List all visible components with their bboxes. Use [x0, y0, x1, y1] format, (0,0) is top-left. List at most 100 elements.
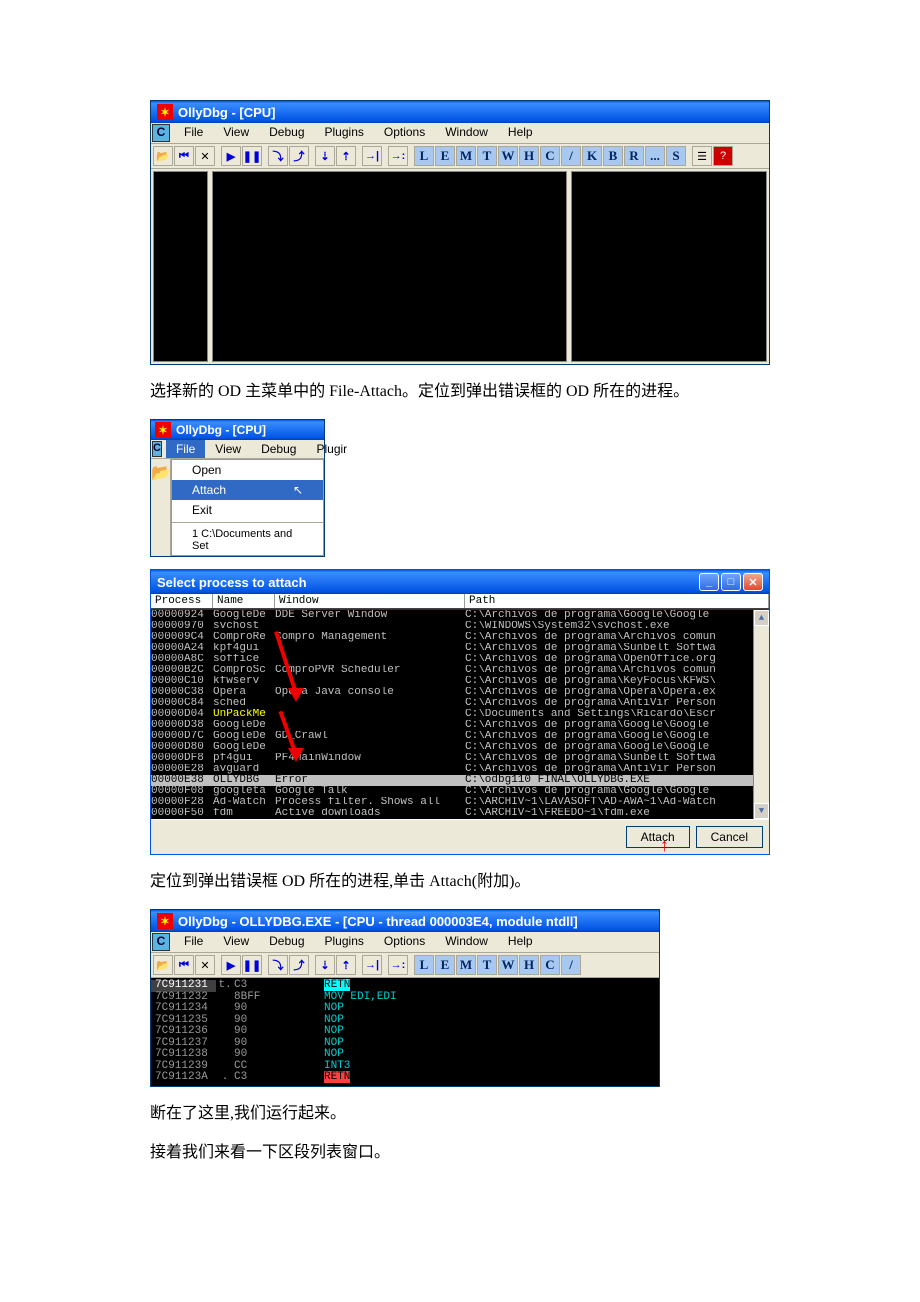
menu-debug[interactable]: Debug [251, 440, 306, 458]
panel-registers[interactable] [571, 171, 767, 362]
trace-into-icon[interactable]: ⇣ [315, 955, 335, 975]
pause-icon[interactable]: ❚❚ [242, 146, 262, 166]
btn-K[interactable]: K [582, 146, 602, 166]
menu-view[interactable]: View [213, 932, 259, 952]
process-table[interactable]: ▲ ▼ 00000924GoogleDeDDE Server Window C:… [151, 610, 769, 819]
disasm-row[interactable]: 7C91123A.C3 RETN [151, 1072, 659, 1084]
close-icon[interactable]: ✕ [195, 146, 215, 166]
col-name[interactable]: Name [213, 594, 275, 608]
execute-till-icon[interactable]: →| [362, 955, 382, 975]
open-icon[interactable]: 📂 [153, 146, 173, 166]
btn-H[interactable]: H [519, 955, 539, 975]
btn-C[interactable]: C [540, 146, 560, 166]
c-icon[interactable]: C [152, 441, 162, 457]
panel-address[interactable] [153, 171, 208, 362]
menu-plugins[interactable]: Plugins [315, 123, 374, 143]
goto-icon[interactable]: →: [388, 955, 408, 975]
menu-debug[interactable]: Debug [259, 932, 314, 952]
menu-view[interactable]: View [213, 123, 259, 143]
menu-options[interactable]: Options [374, 123, 435, 143]
run-icon[interactable]: ▶ [221, 146, 241, 166]
c-icon[interactable]: C [152, 933, 170, 951]
close-icon[interactable]: ✕ [743, 573, 763, 591]
menu-help[interactable]: Help [498, 123, 543, 143]
menu-help[interactable]: Help [498, 932, 543, 952]
scrollbar[interactable]: ▲ ▼ [753, 610, 769, 819]
btn-H[interactable]: H [519, 146, 539, 166]
disasm-row[interactable]: 7C91123590 NOP [151, 1015, 659, 1027]
c-icon[interactable]: C [152, 124, 170, 142]
btn-L[interactable]: L [414, 955, 434, 975]
table-row[interactable]: 00000970svchost C:\WINDOWS\System32\svch… [151, 621, 753, 632]
disassembly-panel[interactable]: 7C911231t.C3 RETN7C9112328BFF MOV EDI,ED… [151, 978, 659, 1086]
menu-attach[interactable]: Attach↖ [172, 480, 323, 500]
menu-window[interactable]: Window [435, 123, 498, 143]
panel-disasm[interactable] [212, 171, 567, 362]
pause-icon[interactable]: ❚❚ [242, 955, 262, 975]
trace-over-icon[interactable]: ⇡ [336, 955, 356, 975]
open-icon[interactable]: 📂 [151, 459, 171, 556]
btn-W[interactable]: W [498, 146, 518, 166]
btn-R[interactable]: R [624, 146, 644, 166]
btn-T[interactable]: T [477, 955, 497, 975]
cancel-button[interactable]: Cancel [696, 826, 763, 848]
btn-more[interactable]: ... [645, 146, 665, 166]
btn-M[interactable]: M [456, 146, 476, 166]
menu-file[interactable]: File [166, 440, 205, 458]
menu-exit[interactable]: Exit [172, 500, 323, 520]
settings-icon[interactable]: ☰ [692, 146, 712, 166]
btn-C[interactable]: C [540, 955, 560, 975]
table-row[interactable]: 00000B2CComproScComproPVR Scheduler C:\A… [151, 665, 753, 676]
attach-button[interactable]: Attach [626, 826, 690, 848]
menu-debug[interactable]: Debug [259, 123, 314, 143]
table-row[interactable]: 00000C38Opera Opera Java console C:\Arch… [151, 687, 753, 698]
btn-W[interactable]: W [498, 955, 518, 975]
table-row[interactable]: 00000A8Csoffice C:\Archivos de programa\… [151, 654, 753, 665]
trace-into-icon[interactable]: ⇣ [315, 146, 335, 166]
disasm-row[interactable]: 7C91123490 NOP [151, 1003, 659, 1015]
menu-view[interactable]: View [205, 440, 251, 458]
table-row[interactable]: 00000F08googletaGoogle Talk C:\Archivos … [151, 786, 753, 797]
btn-E[interactable]: E [435, 955, 455, 975]
btn-B[interactable]: B [603, 146, 623, 166]
table-row[interactable]: 00000D38GoogleDe C:\Archivos de programa… [151, 720, 753, 731]
table-row[interactable]: 00000A24kpf4gui C:\Archivos de programa\… [151, 643, 753, 654]
menu-plugins[interactable]: Plugir [306, 440, 357, 458]
restart-icon[interactable]: ⏮ [174, 955, 194, 975]
btn-L[interactable]: L [414, 146, 434, 166]
goto-icon[interactable]: →: [388, 146, 408, 166]
col-window[interactable]: Window [275, 594, 465, 608]
menu-open[interactable]: Open [172, 460, 323, 480]
scroll-down-icon[interactable]: ▼ [754, 803, 769, 819]
run-icon[interactable]: ▶ [221, 955, 241, 975]
step-over-icon[interactable]: ⤴ [289, 955, 309, 975]
disasm-row[interactable]: 7C9112328BFF MOV EDI,EDI [151, 992, 659, 1004]
table-row[interactable]: 00000DF8pf4gui PF4MainWindow C:\Archivos… [151, 753, 753, 764]
table-row[interactable]: 000009C4ComproReCompro Management C:\Arc… [151, 632, 753, 643]
disasm-row[interactable]: 7C91123690 NOP [151, 1026, 659, 1038]
close-icon[interactable]: ✕ [195, 955, 215, 975]
restart-icon[interactable]: ⏮ [174, 146, 194, 166]
step-over-icon[interactable]: ⤴ [289, 146, 309, 166]
btn-E[interactable]: E [435, 146, 455, 166]
table-row[interactable]: 00000C10kfwserv C:\Archivos de programa\… [151, 676, 753, 687]
menu-recent[interactable]: 1 C:\Documents and Set [172, 525, 323, 555]
btn-S[interactable]: S [666, 146, 686, 166]
step-into-icon[interactable]: ⤵ [268, 146, 288, 166]
table-row[interactable]: 00000F28Ad-WatchProcess filter. Shows al… [151, 797, 753, 808]
menu-file[interactable]: File [174, 932, 213, 952]
help-icon[interactable]: ? [713, 146, 733, 166]
scroll-up-icon[interactable]: ▲ [754, 610, 769, 626]
menu-options[interactable]: Options [374, 932, 435, 952]
disasm-row[interactable]: 7C91123890 NOP [151, 1049, 659, 1061]
menu-file[interactable]: File [174, 123, 213, 143]
table-row[interactable]: 00000D04UnPackMe C:\Documents and Settin… [151, 709, 753, 720]
table-row[interactable]: 00000F50fdm Active downloads C:\ARCHIV~1… [151, 808, 753, 819]
table-row[interactable]: 00000D80GoogleDe C:\Archivos de programa… [151, 742, 753, 753]
table-row[interactable]: 00000D7CGoogleDeGD_Crawl C:\Archivos de … [151, 731, 753, 742]
btn-slash[interactable]: / [561, 146, 581, 166]
execute-till-icon[interactable]: →| [362, 146, 382, 166]
btn-M[interactable]: M [456, 955, 476, 975]
table-row[interactable]: 00000924GoogleDeDDE Server Window C:\Arc… [151, 610, 753, 621]
maximize-icon[interactable]: □ [721, 573, 741, 591]
